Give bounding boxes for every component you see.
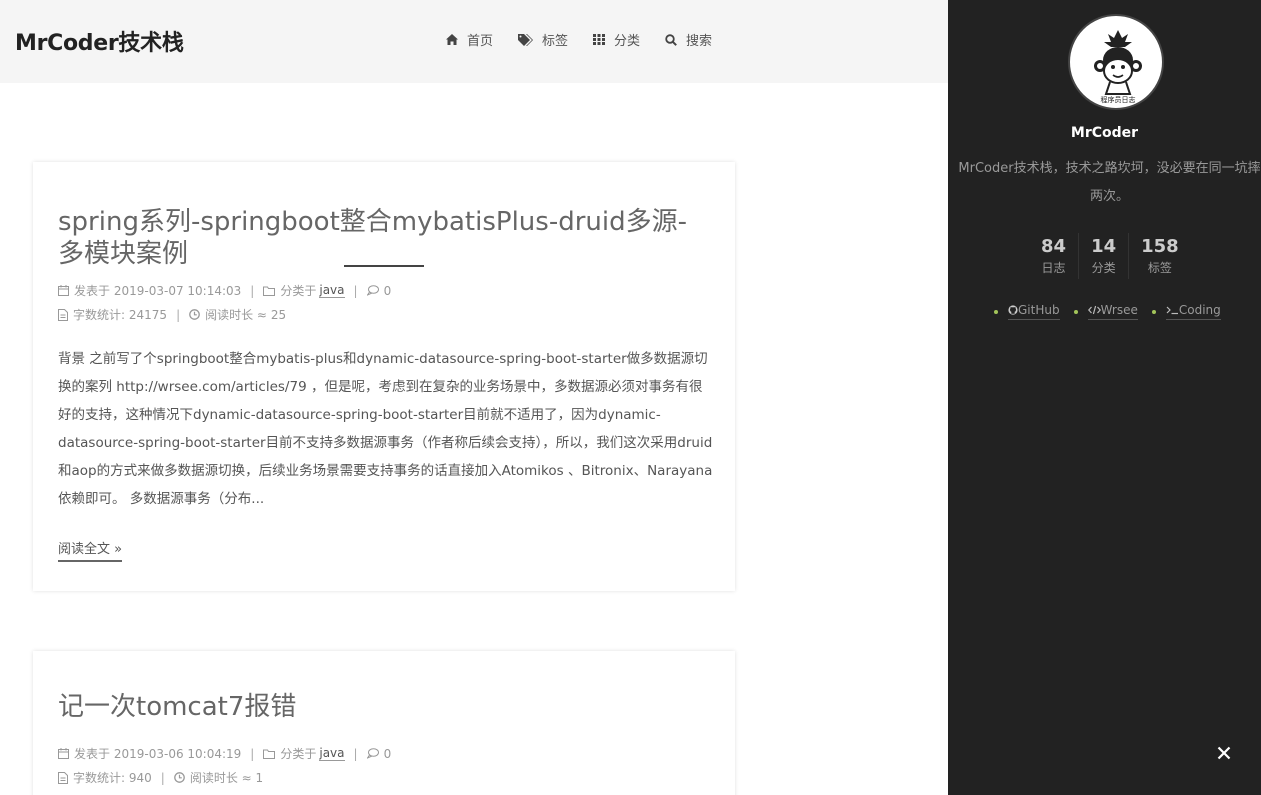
link-wrsee[interactable]: Wrsee — [1073, 303, 1138, 320]
nav-label: 标签 — [542, 34, 569, 49]
nav-item-tags[interactable]: 标签 — [518, 30, 568, 49]
stat-value: 84 — [1041, 236, 1067, 257]
home-icon — [446, 34, 458, 45]
readtime-value: 25 — [270, 307, 287, 322]
stat-value: 14 — [1091, 236, 1117, 257]
nav-label: 搜索 — [686, 34, 713, 49]
author-avatar: 程序员日志 — [1068, 14, 1164, 110]
link-label: GitHub — [1018, 303, 1060, 317]
category-link[interactable]: java — [319, 746, 345, 761]
post-meta: 发表于 2019-03-06 10:04:19 | 分类于 java | 0 — [58, 745, 391, 762]
main-nav: 首页 标签 分类 搜索 — [446, 30, 737, 49]
published-date: 2019-03-07 10:14:03 — [113, 283, 242, 298]
calendar-icon — [58, 748, 69, 759]
category-label: 分类于 — [280, 747, 317, 761]
folder-icon — [263, 749, 276, 759]
bullet-dot — [1151, 309, 1156, 314]
post-card: spring系列-springboot整合mybatisPlus-druid多源… — [33, 162, 735, 591]
post-title[interactable]: 记一次tomcat7报错 — [58, 691, 710, 723]
file-icon — [58, 308, 68, 321]
readtime-label: 阅读时长 ≈ — [189, 771, 252, 785]
meta-separator: | — [160, 770, 165, 785]
meta-separator: | — [176, 307, 181, 322]
avatar-caption: 程序员日志 — [1101, 95, 1136, 104]
github-icon — [1008, 305, 1018, 315]
post-excerpt: 背景 之前写了个springboot整合mybatis-plus和dynamic… — [58, 351, 713, 507]
link-text: Wrsee — [1087, 303, 1138, 320]
comment-icon — [366, 285, 379, 296]
title-divider — [344, 265, 424, 267]
calendar-icon — [58, 285, 69, 296]
link-coding[interactable]: Coding — [1151, 303, 1221, 320]
terminal-icon — [1166, 306, 1178, 315]
site-header: MrCoder技术栈 首页 标签 分类 搜索 — [0, 0, 948, 83]
link-github[interactable]: GitHub — [994, 303, 1060, 320]
monkey-avatar-icon: 程序员日志 — [1094, 30, 1142, 104]
read-more-link[interactable]: 阅读全文 » — [58, 538, 123, 562]
grid-icon — [593, 34, 606, 45]
meta-separator: | — [250, 283, 255, 298]
comment-count[interactable]: 0 — [384, 747, 392, 761]
wordcount-value: 24175 — [128, 307, 168, 322]
folder-icon — [263, 286, 276, 296]
stat-label: 标签 — [1147, 261, 1172, 275]
sidebar: 程序员日志 MrCoder MrCoder技术栈，技术之路坎坷，没必要在同一坑摔… — [948, 0, 1261, 795]
stat-categories[interactable]: 14 分类 — [1078, 233, 1128, 279]
site-brand[interactable]: MrCoder技术栈 — [15, 25, 184, 57]
nav-item-categories[interactable]: 分类 — [593, 30, 640, 49]
comment-icon — [366, 748, 379, 759]
post-meta: 字数统计: 24175 | 阅读时长 ≈ 25 — [58, 306, 286, 323]
site-stats: 84 日志 14 分类 158 标签 — [1029, 233, 1191, 279]
link-label: Wrsee — [1100, 303, 1138, 317]
stat-tags[interactable]: 158 标签 — [1128, 233, 1191, 279]
post-meta: 字数统计: 940 | 阅读时长 ≈ 1 — [58, 769, 263, 786]
category-link[interactable]: java — [319, 283, 345, 298]
published-label: 发表于 — [74, 284, 111, 298]
link-text: Coding — [1165, 303, 1221, 320]
stat-posts[interactable]: 84 日志 — [1029, 233, 1078, 279]
social-links: GitHub Wrsee Coding — [994, 303, 1235, 320]
wordcount-value: 940 — [128, 770, 152, 785]
nav-item-search[interactable]: 搜索 — [665, 30, 712, 49]
wordcount-label: 字数统计: — [73, 308, 126, 322]
link-label: Coding — [1178, 303, 1221, 317]
meta-separator: | — [353, 746, 358, 761]
post-title[interactable]: spring系列-springboot整合mybatisPlus-druid多源… — [58, 206, 710, 270]
published-label: 发表于 — [74, 747, 111, 761]
bullet-dot — [1073, 309, 1078, 314]
readtime-label: 阅读时长 ≈ — [205, 308, 267, 322]
post-card: 记一次tomcat7报错 发表于 2019-03-06 10:04:19 | 分… — [33, 651, 735, 795]
bullet-dot — [994, 309, 998, 314]
clock-icon — [173, 772, 185, 783]
search-icon — [665, 33, 677, 46]
nav-item-home[interactable]: 首页 — [446, 30, 493, 49]
author-description: MrCoder技术栈，技术之路坎坷，没必要在同一坑摔两次。 — [958, 161, 1261, 204]
author-name: MrCoder — [1070, 125, 1139, 141]
nav-label: 分类 — [614, 34, 641, 49]
meta-separator: | — [250, 746, 255, 761]
nav-label: 首页 — [467, 34, 494, 49]
readtime-value: 1 — [255, 770, 264, 785]
tags-icon — [518, 33, 534, 46]
stat-label: 分类 — [1091, 261, 1116, 275]
clock-icon — [189, 309, 200, 320]
file-icon — [58, 771, 68, 784]
link-text: GitHub — [1008, 303, 1060, 320]
published-date: 2019-03-06 10:04:19 — [113, 746, 242, 761]
comment-count[interactable]: 0 — [384, 284, 392, 298]
meta-separator: | — [353, 283, 358, 298]
close-icon — [1217, 746, 1231, 760]
code-icon — [1087, 305, 1101, 315]
category-label: 分类于 — [280, 284, 317, 298]
post-meta: 发表于 2019-03-07 10:14:03 | 分类于 java | 0 — [58, 282, 391, 299]
stat-label: 日志 — [1041, 261, 1066, 275]
close-sidebar-button[interactable] — [1216, 745, 1232, 761]
stat-value: 158 — [1141, 236, 1179, 257]
wordcount-label: 字数统计: — [73, 771, 126, 785]
